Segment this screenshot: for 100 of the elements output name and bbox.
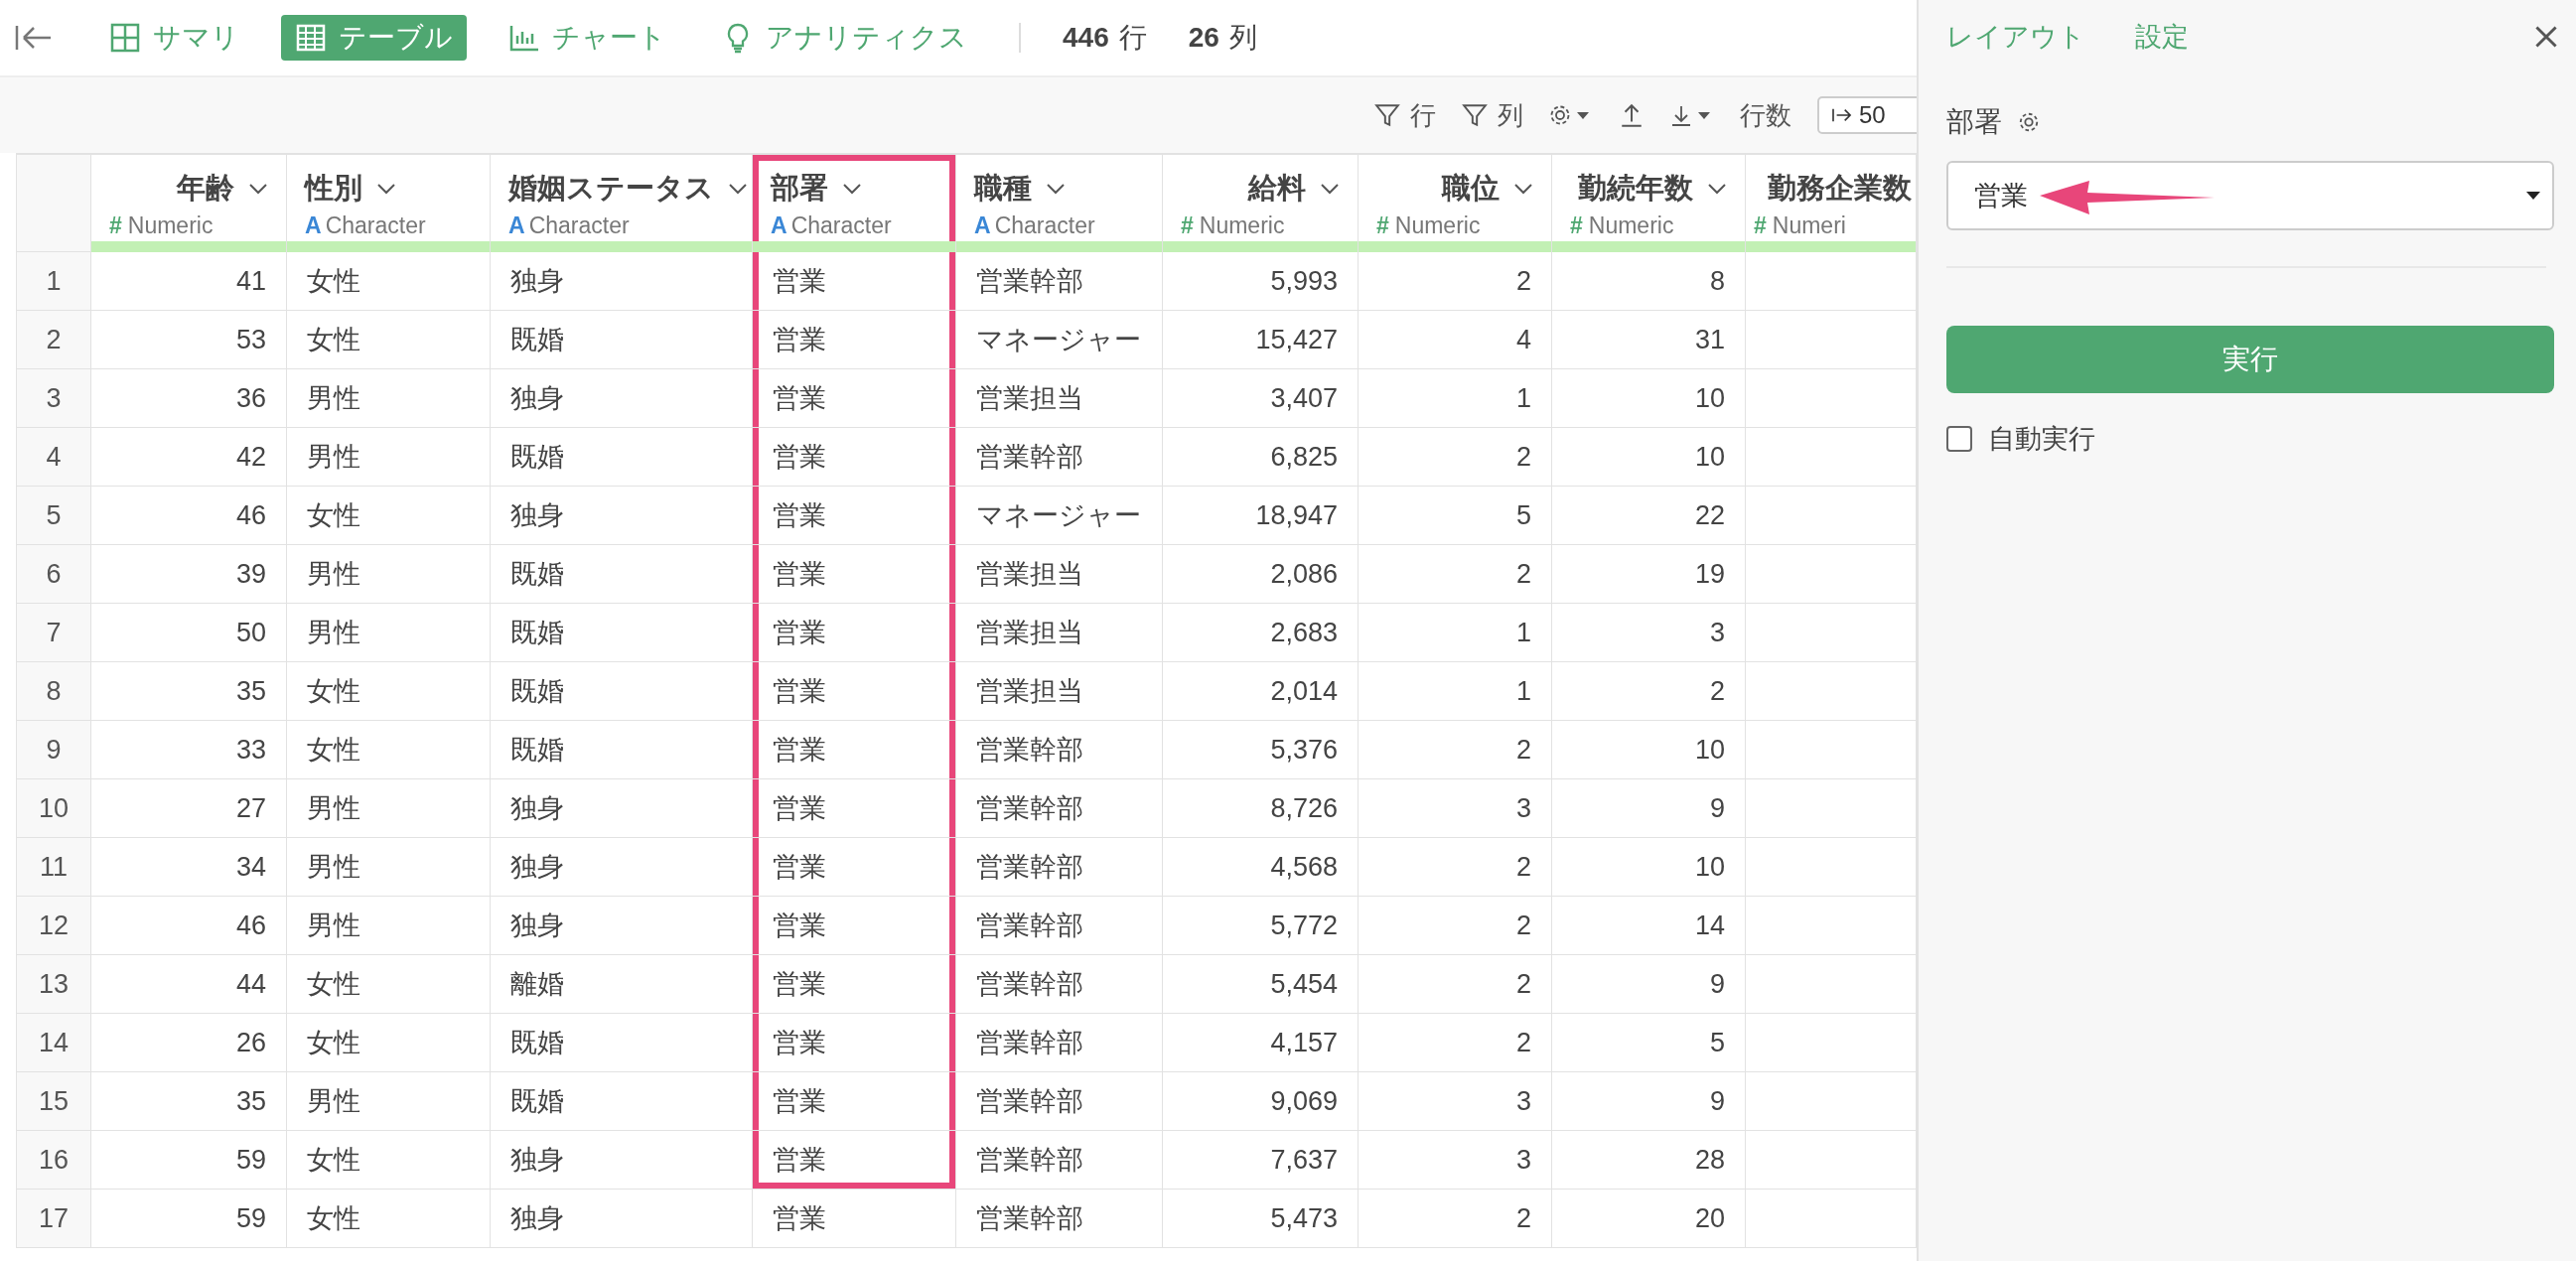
row-number: 2: [16, 311, 91, 369]
column-header[interactable]: 部署 A Character: [753, 153, 956, 252]
count-unit: 行: [1118, 21, 1147, 55]
table-cell: 営業幹部: [956, 428, 1163, 487]
count-value: 446: [1063, 22, 1109, 54]
table-cell: 独身: [491, 252, 753, 311]
column-header[interactable]: 勤務企業数 # Numeri: [1746, 153, 1917, 252]
table-cell: 女性: [287, 252, 491, 311]
table-cell: 46: [91, 487, 287, 545]
table-cell: 3,407: [1163, 369, 1359, 428]
table-cell: 1: [1359, 604, 1552, 662]
table-cell: 営業幹部: [956, 1190, 1163, 1248]
table-cell: 営業: [753, 1131, 956, 1190]
table-cell: 3: [1359, 779, 1552, 838]
column-header[interactable]: 性別 A Character: [287, 153, 491, 252]
table-cell: 営業幹部: [956, 1072, 1163, 1131]
table-cell: 女性: [287, 662, 491, 721]
row-number: 6: [16, 545, 91, 604]
table-cell: 42: [91, 428, 287, 487]
chevron-icon[interactable]: [376, 183, 396, 195]
row-number: 1: [16, 252, 91, 311]
table-cell: 2: [1359, 897, 1552, 955]
column-header[interactable]: 婚姻ステータス A Character: [491, 153, 753, 252]
table-cell: 5,772: [1163, 897, 1359, 955]
column-header[interactable]: 年齢 # Numeric: [91, 153, 287, 252]
table-cell: 2: [1359, 721, 1552, 779]
table-cell: 独身: [491, 897, 753, 955]
chevron-icon[interactable]: [1046, 183, 1066, 195]
chevron-icon[interactable]: [842, 183, 862, 195]
row-number: 12: [16, 897, 91, 955]
settings-icon[interactable]: [2018, 111, 2040, 133]
table-cell: 女性: [287, 311, 491, 369]
table-cell: マネージャー: [956, 311, 1163, 369]
table-cell: 2: [1359, 838, 1552, 897]
grid-icon: [109, 22, 141, 54]
table-cell: 35: [91, 1072, 287, 1131]
chevron-icon[interactable]: [248, 183, 268, 195]
table-cell: 営業: [753, 721, 956, 779]
row-number: 5: [16, 487, 91, 545]
table-cell: 10: [1552, 721, 1746, 779]
column-header[interactable]: 職種 A Character: [956, 153, 1163, 252]
chevron-icon[interactable]: [1707, 183, 1727, 195]
table-cell: 10: [1552, 428, 1746, 487]
table-cell: 31: [1552, 311, 1746, 369]
column-header[interactable]: 勤続年数 # Numeric: [1552, 153, 1746, 252]
table-cell: 5,473: [1163, 1190, 1359, 1248]
table-cell: 18,947: [1163, 487, 1359, 545]
close-icon[interactable]: [2534, 25, 2558, 49]
table-cell: 営業: [753, 369, 956, 428]
table-cell: 営業担当: [956, 369, 1163, 428]
table-cell: 36: [91, 369, 287, 428]
department-select[interactable]: 営業: [1946, 161, 2554, 230]
table-cell: 35: [91, 662, 287, 721]
filter-columns-button[interactable]: 列: [1462, 97, 1523, 133]
table-cell: 女性: [287, 721, 491, 779]
table-cell: 独身: [491, 1131, 753, 1190]
rows-input[interactable]: 50: [1817, 96, 1917, 134]
chevron-icon[interactable]: [1513, 183, 1533, 195]
table-cell: 50: [91, 604, 287, 662]
table-cell: 営業: [753, 545, 956, 604]
chevron-icon[interactable]: [1320, 183, 1340, 195]
table-cell: 1: [1359, 369, 1552, 428]
auto-run-checkbox[interactable]: [1946, 426, 1972, 452]
table-cell: 59: [91, 1190, 287, 1248]
table-cell: 33: [91, 721, 287, 779]
table-icon: [295, 22, 327, 54]
table-cell: 営業幹部: [956, 779, 1163, 838]
upload-icon[interactable]: [1619, 102, 1645, 128]
table-cell: 9: [1552, 779, 1746, 838]
table-cell: 4,568: [1163, 838, 1359, 897]
table-cell: 19: [1552, 545, 1746, 604]
table-cell: 10: [1552, 369, 1746, 428]
table-cell: 既婚: [491, 1014, 753, 1072]
caret-icon[interactable]: [2526, 192, 2540, 200]
table-cell: 営業: [753, 1072, 956, 1131]
table-cell: 営業: [753, 604, 956, 662]
table-cell: 7,637: [1163, 1131, 1359, 1190]
filter-rows-button[interactable]: 行: [1374, 97, 1436, 133]
table-cell: 27: [91, 779, 287, 838]
table-cell: 10: [1552, 838, 1746, 897]
table-cell: マネージャー: [956, 487, 1163, 545]
collapse-icon[interactable]: [14, 23, 54, 53]
row-number: 16: [16, 1131, 91, 1190]
table-cell: 8,726: [1163, 779, 1359, 838]
table-cell: 営業幹部: [956, 721, 1163, 779]
table-cell: 2,683: [1163, 604, 1359, 662]
table-cell: 41: [91, 252, 287, 311]
table-cell: 営業: [753, 487, 956, 545]
table-cell: 営業担当: [956, 604, 1163, 662]
table-cell: 女性: [287, 487, 491, 545]
column-header[interactable]: 職位 # Numeric: [1359, 153, 1552, 252]
table-cell: 営業: [753, 311, 956, 369]
column-header[interactable]: 給料 # Numeric: [1163, 153, 1359, 252]
table-cell: 独身: [491, 487, 753, 545]
table-cell: 既婚: [491, 662, 753, 721]
table-cell: 53: [91, 311, 287, 369]
chevron-icon[interactable]: [728, 183, 748, 195]
row-number: 11: [16, 838, 91, 897]
table-cell: 女性: [287, 1131, 491, 1190]
table-cell: 2,086: [1163, 545, 1359, 604]
